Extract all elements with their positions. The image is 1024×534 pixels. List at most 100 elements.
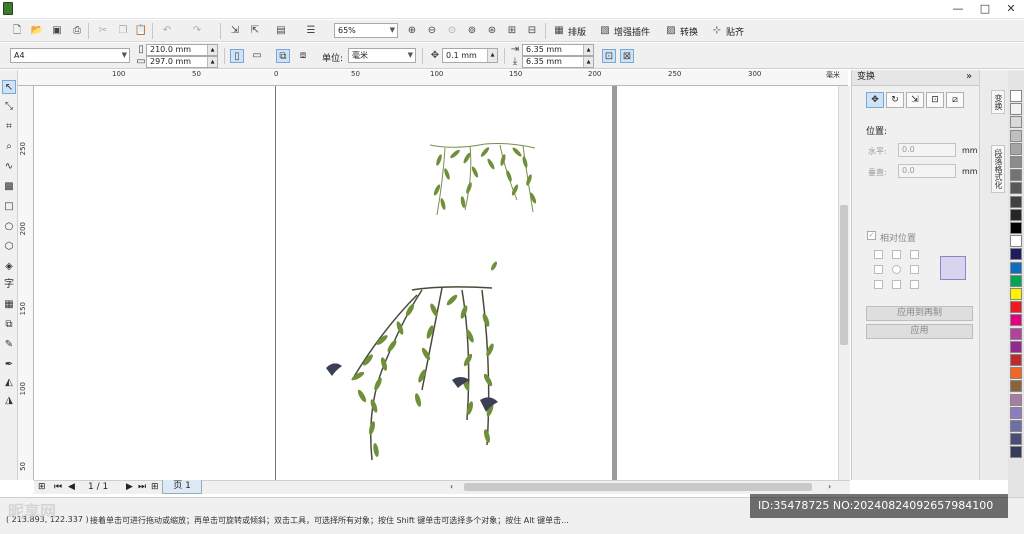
blend-tool-icon[interactable]: ⧉ <box>2 318 16 332</box>
units-combo[interactable]: 毫米 ▼ <box>348 48 416 63</box>
size-mode-icon[interactable]: ⊡ <box>926 92 944 108</box>
landscape-icon[interactable]: ▭ <box>250 49 264 63</box>
current-page-icon[interactable]: ⧈ <box>296 49 310 63</box>
color-swatch[interactable] <box>1010 116 1022 129</box>
draw-edges-icon[interactable]: ⊠ <box>620 49 634 63</box>
color-swatch[interactable] <box>1010 90 1022 102</box>
zoom-page-icon[interactable]: ⊛ <box>485 24 499 38</box>
color-swatch[interactable] <box>1010 314 1022 327</box>
shape-tool-icon[interactable]: ⤡ <box>2 100 16 114</box>
duplicate-x-input[interactable]: 6.35 mm ▲ <box>522 44 594 56</box>
nudge-spinner[interactable]: ▲ <box>487 49 497 62</box>
anchor-top-center[interactable] <box>892 250 901 259</box>
color-swatch[interactable] <box>1010 393 1022 406</box>
anchor-mid-left[interactable] <box>874 265 883 274</box>
color-swatch[interactable] <box>1010 261 1022 274</box>
table-tool-icon[interactable]: ▦ <box>2 298 16 312</box>
color-swatch[interactable] <box>1010 222 1022 234</box>
willow-image-bottom[interactable] <box>322 260 507 472</box>
save-icon[interactable]: ▣ <box>50 24 64 38</box>
vertical-ruler[interactable]: 250 200 150 100 50 <box>18 86 34 480</box>
height-spinner[interactable]: ▲ <box>207 57 217 67</box>
layout-menu[interactable]: 排版 <box>568 25 586 38</box>
color-swatch[interactable] <box>1010 274 1022 287</box>
polygon-tool-icon[interactable]: ⬡ <box>2 240 16 254</box>
page-width-input[interactable]: 210.0 mm ▲ <box>146 44 218 56</box>
color-swatch[interactable] <box>1010 248 1022 261</box>
color-swatch[interactable] <box>1010 340 1022 353</box>
smart-fill-icon[interactable]: ▩ <box>2 180 16 194</box>
redo-icon[interactable]: ↷ <box>190 24 204 38</box>
add-page-icon[interactable]: ⊞ <box>38 482 46 492</box>
collapse-docker-icon[interactable]: » <box>966 71 972 82</box>
plugins-icon[interactable]: ▧ <box>598 24 612 38</box>
scroll-left-icon[interactable]: ‹ <box>450 482 453 491</box>
fill-tool-icon[interactable]: ◭ <box>2 376 16 390</box>
print-icon[interactable]: ⎙ <box>70 24 84 38</box>
all-pages-icon[interactable]: ⧉ <box>276 49 290 63</box>
layout-icon[interactable]: ▦ <box>552 24 566 38</box>
close-button[interactable]: ✕ <box>998 0 1024 19</box>
color-swatch[interactable] <box>1010 327 1022 340</box>
anchor-top-left[interactable] <box>874 250 883 259</box>
color-swatch[interactable] <box>1010 156 1022 168</box>
relative-position-checkbox[interactable]: ✓ <box>867 231 876 240</box>
open-folder-icon[interactable]: 📂 <box>30 24 44 38</box>
zoom-in-icon[interactable]: ⊕ <box>405 24 419 38</box>
first-page-icon[interactable]: ⏮ <box>54 482 62 492</box>
snap-icon[interactable]: ⊹ <box>710 24 724 38</box>
zoom-out-icon[interactable]: ⊖ <box>425 24 439 38</box>
zoom-selected-icon[interactable]: ⊙ <box>445 24 459 38</box>
color-swatch[interactable] <box>1010 169 1022 182</box>
horizontal-ruler[interactable]: 100 50 0 50 100 150 200 250 300 毫米 <box>18 70 848 86</box>
color-swatch[interactable] <box>1010 301 1022 314</box>
paste-icon[interactable]: 📋 <box>134 24 148 38</box>
vertical-scroll-thumb[interactable] <box>840 205 848 345</box>
color-swatch[interactable] <box>1010 367 1022 380</box>
color-swatch[interactable] <box>1010 182 1022 195</box>
last-page-icon[interactable]: ⏭ <box>138 482 146 492</box>
color-swatch[interactable] <box>1010 446 1022 459</box>
options-icon[interactable]: ☰ <box>304 24 318 38</box>
next-page-icon[interactable]: ▶ <box>126 482 133 492</box>
color-swatch[interactable] <box>1010 129 1022 142</box>
skew-mode-icon[interactable]: ⧄ <box>946 92 964 108</box>
apply-button[interactable]: 应用 <box>866 324 973 339</box>
copy-icon[interactable]: ❐ <box>116 24 130 38</box>
text-tool[interactable]: 字 <box>2 278 16 292</box>
prev-page-icon[interactable]: ◀ <box>68 482 75 492</box>
crop-tool-icon[interactable]: ⌗ <box>2 120 16 134</box>
plugins-menu[interactable]: 增强插件 <box>614 25 650 38</box>
zoom-level-combo[interactable]: 65% ▼ <box>334 23 398 38</box>
zoom-height-icon[interactable]: ⊟ <box>525 24 539 38</box>
undo-icon[interactable]: ↶ <box>160 24 174 38</box>
treat-as-filled-icon[interactable]: ⊡ <box>602 49 616 63</box>
color-swatch[interactable] <box>1010 235 1022 248</box>
interactive-fill-icon[interactable]: ◮ <box>2 394 16 408</box>
export-icon[interactable]: ⇱ <box>248 24 262 38</box>
anchor-top-right[interactable] <box>910 250 919 259</box>
anchor-bottom-center[interactable] <box>892 280 901 289</box>
maximize-button[interactable]: □ <box>972 0 998 19</box>
scale-mode-icon[interactable]: ⇲ <box>906 92 924 108</box>
snap-menu[interactable]: 贴齐 <box>726 25 744 38</box>
page-tab[interactable]: 页 1 <box>162 480 202 494</box>
minimize-button[interactable]: — <box>945 0 971 19</box>
zoom-all-icon[interactable]: ⊚ <box>465 24 479 38</box>
duplicate-y-input[interactable]: 6.35 mm ▲ <box>522 56 594 68</box>
outline-pen-icon[interactable]: ✒ <box>2 358 16 372</box>
width-spinner[interactable]: ▲ <box>207 45 217 55</box>
zoom-width-icon[interactable]: ⊞ <box>505 24 519 38</box>
nudge-distance-input[interactable]: 0.1 mm ▲ <box>442 48 498 63</box>
position-mode-icon[interactable]: ✥ <box>866 92 884 108</box>
horizontal-position-input[interactable]: 0.0 <box>898 143 956 157</box>
page-height-input[interactable]: 297.0 mm ▲ <box>146 56 218 68</box>
horizontal-scroll-thumb[interactable] <box>464 483 812 491</box>
anchor-mid-right[interactable] <box>910 265 919 274</box>
pick-tool-icon[interactable]: ↖ <box>2 80 16 94</box>
color-swatch[interactable] <box>1010 380 1022 393</box>
anchor-center[interactable] <box>892 265 901 274</box>
eyedropper-tool-icon[interactable]: ✎ <box>2 338 16 352</box>
publish-pdf-icon[interactable]: ▤ <box>274 24 288 38</box>
anchor-bottom-left[interactable] <box>874 280 883 289</box>
